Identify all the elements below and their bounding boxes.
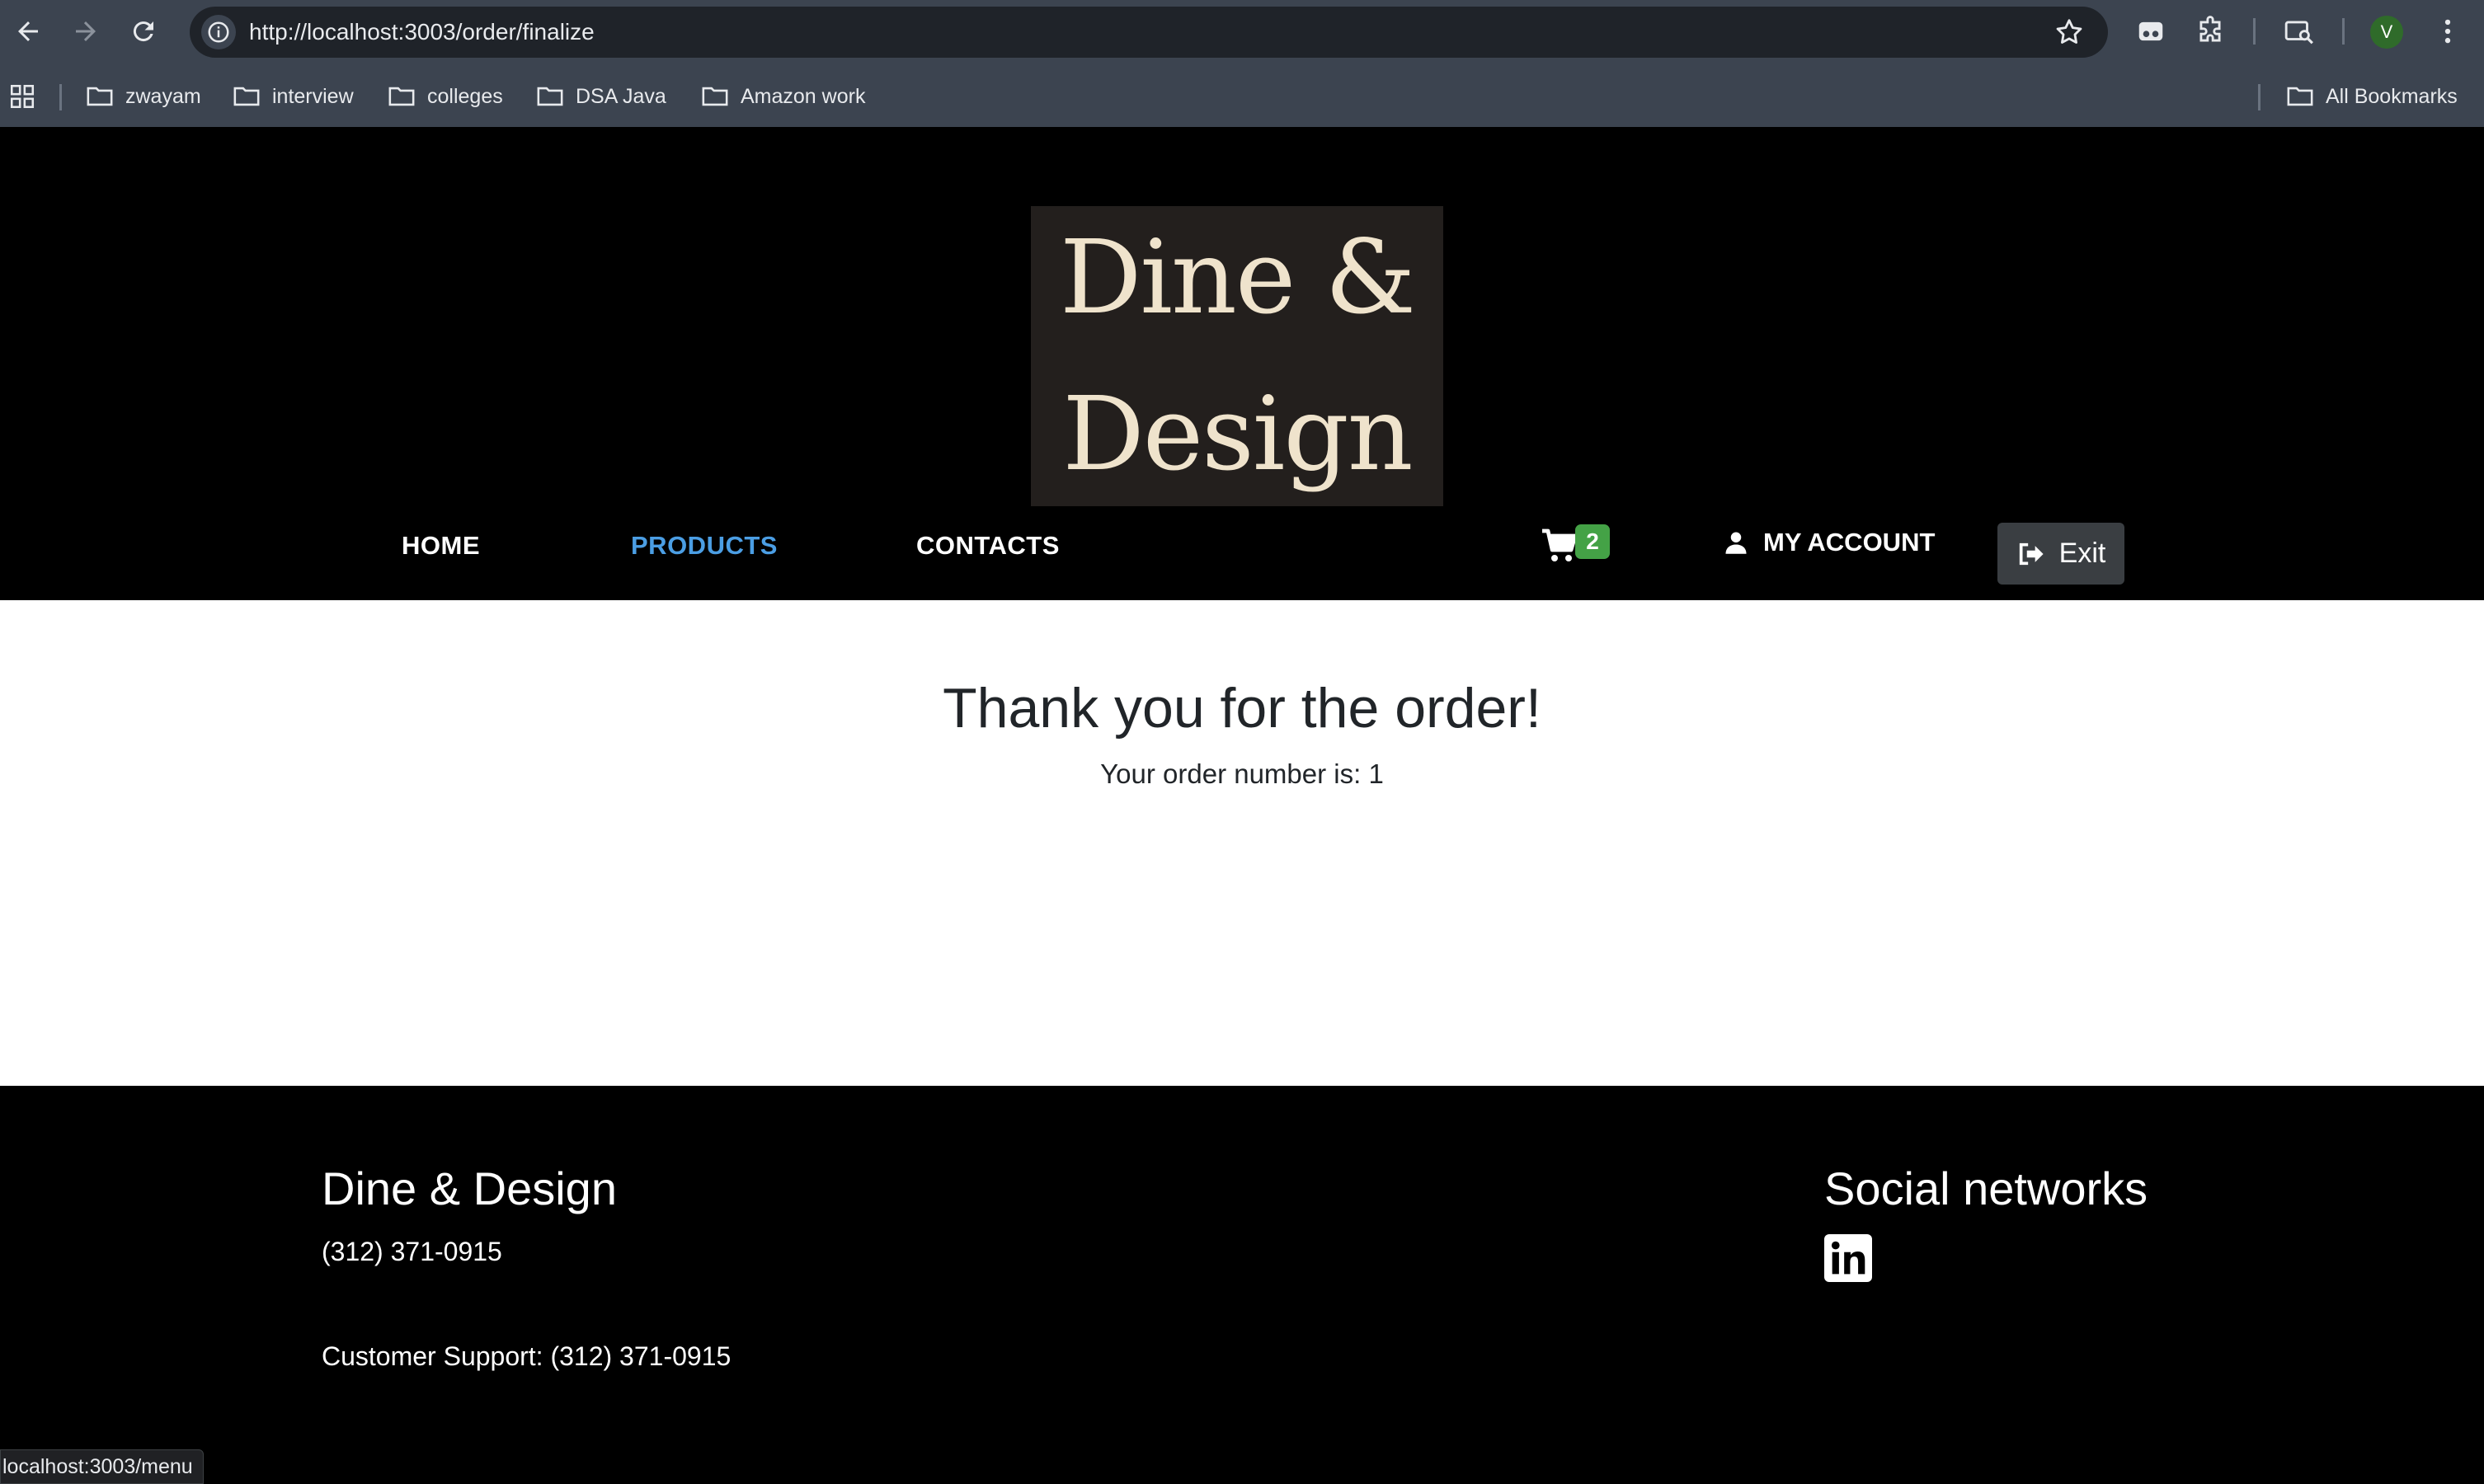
site-footer: Dine & Design (312) 371-0915 Customer Su…	[0, 1086, 2484, 1484]
toolbar-divider	[2253, 18, 2256, 45]
tab-search-icon	[2284, 21, 2313, 45]
thank-you-heading: Thank you for the order!	[943, 677, 1541, 740]
link-hover-status: localhost:3003/menu	[0, 1449, 204, 1484]
toolbar-divider	[2342, 18, 2345, 45]
arrow-left-icon	[18, 21, 38, 41]
spy-icon	[2138, 21, 2163, 41]
url-text[interactable]: http://localhost:3003/order/finalize	[249, 7, 595, 58]
nav-contacts[interactable]: CONTACTS	[916, 531, 1060, 561]
folder-icon	[388, 87, 415, 106]
bookmarks-divider	[59, 84, 62, 110]
all-bookmarks[interactable]: All Bookmarks	[2286, 76, 2458, 117]
exit-label: Exit	[2058, 538, 2106, 569]
bookmark-colleges[interactable]: colleges	[388, 76, 503, 117]
site-logo[interactable]: Dine & Design	[1031, 206, 1443, 506]
bookmark-amazon-work[interactable]: Amazon work	[701, 76, 865, 117]
cart-count-badge: 2	[1575, 524, 1610, 559]
footer-brand: Dine & Design	[322, 1162, 617, 1214]
bookmark-label: interview	[272, 84, 354, 108]
folder-icon	[537, 87, 563, 106]
forward-button[interactable]	[68, 13, 104, 49]
bookmark-label: DSA Java	[576, 84, 666, 108]
folder-icon	[233, 87, 260, 106]
exit-button[interactable]: Exit	[1997, 523, 2124, 585]
puzzle-icon	[2199, 16, 2221, 42]
user-icon	[1725, 532, 1747, 554]
all-bookmarks-label: All Bookmarks	[2326, 84, 2458, 108]
footer-phone: (312) 371-0915	[322, 1237, 502, 1266]
reload-icon	[133, 21, 153, 42]
bookmarks-bar: zwayam interview colleges DSA Java Amazo…	[0, 76, 2484, 117]
site-header: Dine & Design HOME PRODUCTS CONTACTS 2 M…	[0, 127, 2484, 600]
nav-products[interactable]: PRODUCTS	[631, 531, 778, 561]
bookmark-label: zwayam	[125, 84, 201, 108]
browser-toolbar: http://localhost:3003/order/finalize V	[0, 0, 2484, 63]
linkedin-icon[interactable]	[1824, 1234, 1872, 1282]
arrow-right-icon	[76, 21, 96, 41]
my-account-label: MY ACCOUNT	[1763, 528, 1936, 556]
folder-icon	[2287, 87, 2313, 106]
incognito-extension-button[interactable]	[2133, 13, 2169, 49]
browser-chrome: http://localhost:3003/order/finalize V z…	[0, 0, 2484, 127]
bookmark-star-icon[interactable]	[2054, 16, 2085, 48]
folder-icon	[702, 87, 728, 106]
bookmark-label: Amazon work	[741, 84, 866, 108]
extensions-button[interactable]	[2192, 13, 2228, 49]
apps-button[interactable]	[8, 76, 48, 117]
shopping-cart-icon	[1542, 528, 1578, 561]
sign-out-icon	[2019, 542, 2044, 565]
social-networks-title: Social networks	[1824, 1162, 2148, 1214]
bookmark-dsa-java[interactable]: DSA Java	[536, 76, 666, 117]
kebab-menu-icon	[2444, 19, 2451, 44]
apps-grid-icon	[10, 84, 35, 109]
logo-text-line2: Design	[1062, 375, 1413, 494]
order-confirmation: Thank you for the order! Your order numb…	[0, 600, 2484, 1086]
logo-text-line1: Dine &	[1059, 218, 1416, 337]
address-bar[interactable]: http://localhost:3003/order/finalize	[190, 7, 2108, 58]
reload-button[interactable]	[125, 13, 162, 49]
footer-support: Customer Support: (312) 371-0915	[322, 1341, 732, 1371]
back-button[interactable]	[10, 13, 46, 49]
bookmark-zwayam[interactable]: zwayam	[86, 76, 201, 117]
my-account-link[interactable]: MY ACCOUNT	[1724, 519, 1935, 566]
browser-menu-button[interactable]	[2430, 13, 2466, 49]
folder-icon	[87, 87, 113, 106]
bookmark-label: colleges	[427, 84, 503, 108]
site-info-icon[interactable]	[201, 15, 236, 49]
bookmark-interview[interactable]: interview	[233, 76, 354, 117]
bookmarks-divider	[2258, 84, 2261, 110]
nav-home[interactable]: HOME	[402, 531, 480, 561]
tab-search-button[interactable]	[2281, 13, 2317, 49]
order-number-text: Your order number is: 1	[1100, 758, 1384, 789]
profile-avatar[interactable]: V	[2370, 16, 2403, 49]
